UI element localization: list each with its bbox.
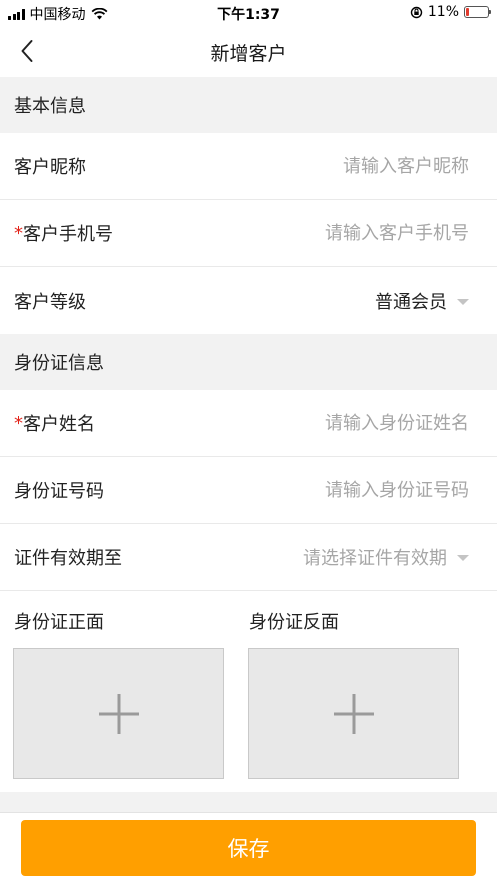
id-expiry-select[interactable]: 请选择证件有效期 [122,544,469,570]
level-value: 普通会员 [375,291,447,313]
id-back-label: 身份证反面 [249,612,339,633]
id-front-upload[interactable] [13,648,224,779]
required-mark: * [14,222,23,244]
id-number-row: 身份证号码 [0,457,497,524]
phone-row: * 客户手机号 [0,200,497,267]
id-front-label: 身份证正面 [14,612,104,633]
id-name-label: 客户姓名 [23,414,95,435]
level-select[interactable]: 普通会员 [86,288,469,314]
battery-percent: 11% [427,4,459,20]
nickname-row: 客户昵称 [0,133,497,200]
battery-icon [464,6,491,18]
nav-bar: 新增客户 [0,26,497,76]
orientation-lock-icon [410,6,423,18]
id-name-input[interactable] [95,412,469,434]
phone-input[interactable] [113,222,469,244]
phone-label: 客户手机号 [23,224,113,245]
id-expiry-row: 证件有效期至 请选择证件有效期 [0,524,497,591]
section-header-basic-info: 基本信息 [0,77,497,133]
required-mark: * [14,412,23,434]
nickname-label: 客户昵称 [14,157,86,178]
bottom-bar: 保存 [0,812,497,883]
caret-down-icon [457,555,469,561]
plus-icon [333,693,374,734]
section-header-id-info: 身份证信息 [0,334,497,390]
id-name-row: * 客户姓名 [0,390,497,457]
id-number-input[interactable] [104,479,469,501]
status-right: 11% [410,4,491,20]
id-number-label: 身份证号码 [14,481,104,502]
plus-icon [98,693,139,734]
id-expiry-placeholder: 请选择证件有效期 [303,548,447,569]
level-row: 客户等级 普通会员 [0,267,497,334]
id-expiry-label: 证件有效期至 [14,548,122,569]
save-button[interactable]: 保存 [21,820,476,876]
caret-down-icon [457,298,469,305]
nickname-input[interactable] [86,155,469,177]
level-label: 客户等级 [14,291,86,313]
page-title: 新增客户 [210,43,287,65]
id-back-upload[interactable] [248,648,459,779]
status-bar: 中国移动 下午1:37 11% [0,0,497,26]
